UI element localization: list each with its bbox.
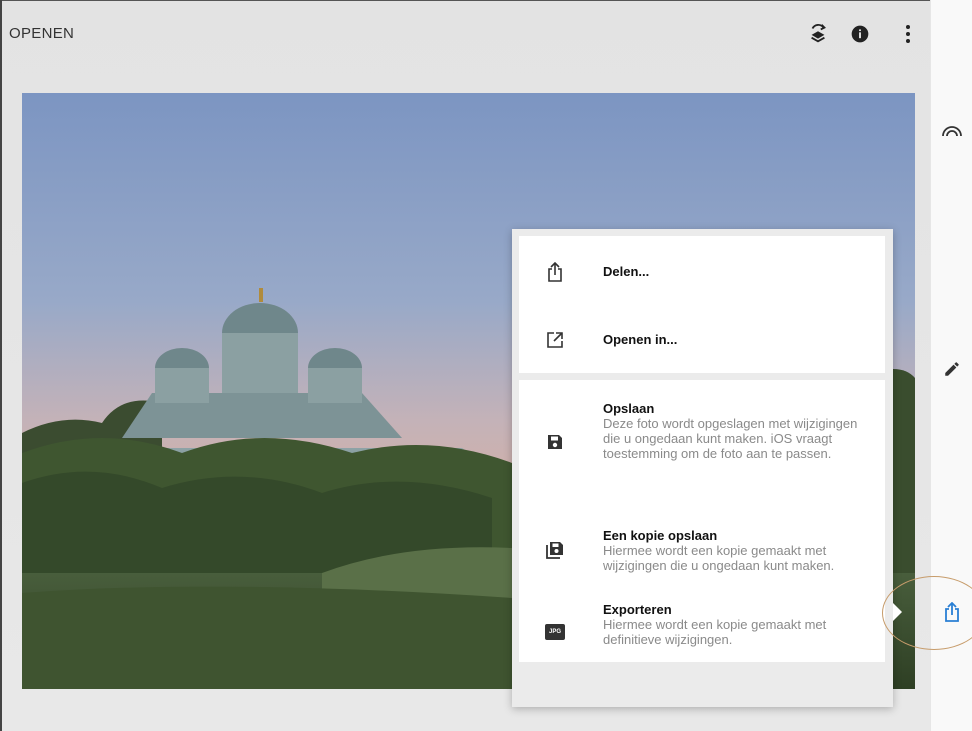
save-icon bbox=[543, 430, 567, 454]
save-copy-icon bbox=[543, 538, 567, 562]
edit-pencil-icon[interactable] bbox=[940, 357, 964, 381]
share-options-card: Delen... Openen in... bbox=[519, 236, 885, 373]
share-icon bbox=[543, 260, 567, 284]
save-options-card: Opslaan Deze foto wordt opgeslagen met w… bbox=[519, 380, 885, 662]
jpg-icon: JPG bbox=[543, 620, 567, 644]
app-window: OPENEN Delen... Openen in... Opslaan Dez… bbox=[0, 0, 972, 731]
export-menu: Delen... Openen in... Opslaan Deze foto … bbox=[512, 229, 893, 707]
top-bar: OPENEN bbox=[2, 1, 930, 63]
open-in-label: Openen in... bbox=[603, 332, 678, 347]
export-option[interactable]: JPG Exporteren Hiermee wordt een kopie g… bbox=[519, 578, 885, 662]
share-option[interactable]: Delen... bbox=[519, 236, 885, 304]
open-button[interactable]: OPENEN bbox=[9, 25, 74, 42]
export-description: Hiermee wordt een kopie gemaakt met defi… bbox=[603, 617, 827, 647]
layers-swap-icon[interactable] bbox=[806, 22, 830, 46]
save-option[interactable]: Opslaan Deze foto wordt opgeslagen met w… bbox=[519, 380, 885, 492]
open-in-option[interactable]: Openen in... bbox=[519, 304, 885, 373]
save-copy-option[interactable]: Een kopie opslaan Hiermee wordt een kopi… bbox=[519, 492, 885, 578]
save-label: Opslaan bbox=[603, 401, 655, 416]
share-label: Delen... bbox=[603, 264, 650, 279]
looks-icon[interactable] bbox=[940, 118, 964, 142]
save-copy-label: Een kopie opslaan bbox=[603, 528, 718, 543]
jpg-icon-text: JPG bbox=[545, 624, 565, 640]
save-copy-description: Hiermee wordt een kopie gemaakt met wijz… bbox=[603, 543, 835, 573]
export-label: Exporteren bbox=[603, 602, 672, 617]
save-description: Deze foto wordt opgeslagen met wijziging… bbox=[603, 416, 858, 461]
more-vert-icon[interactable] bbox=[896, 22, 920, 46]
info-icon[interactable] bbox=[848, 22, 872, 46]
open-in-new-icon bbox=[543, 328, 567, 352]
